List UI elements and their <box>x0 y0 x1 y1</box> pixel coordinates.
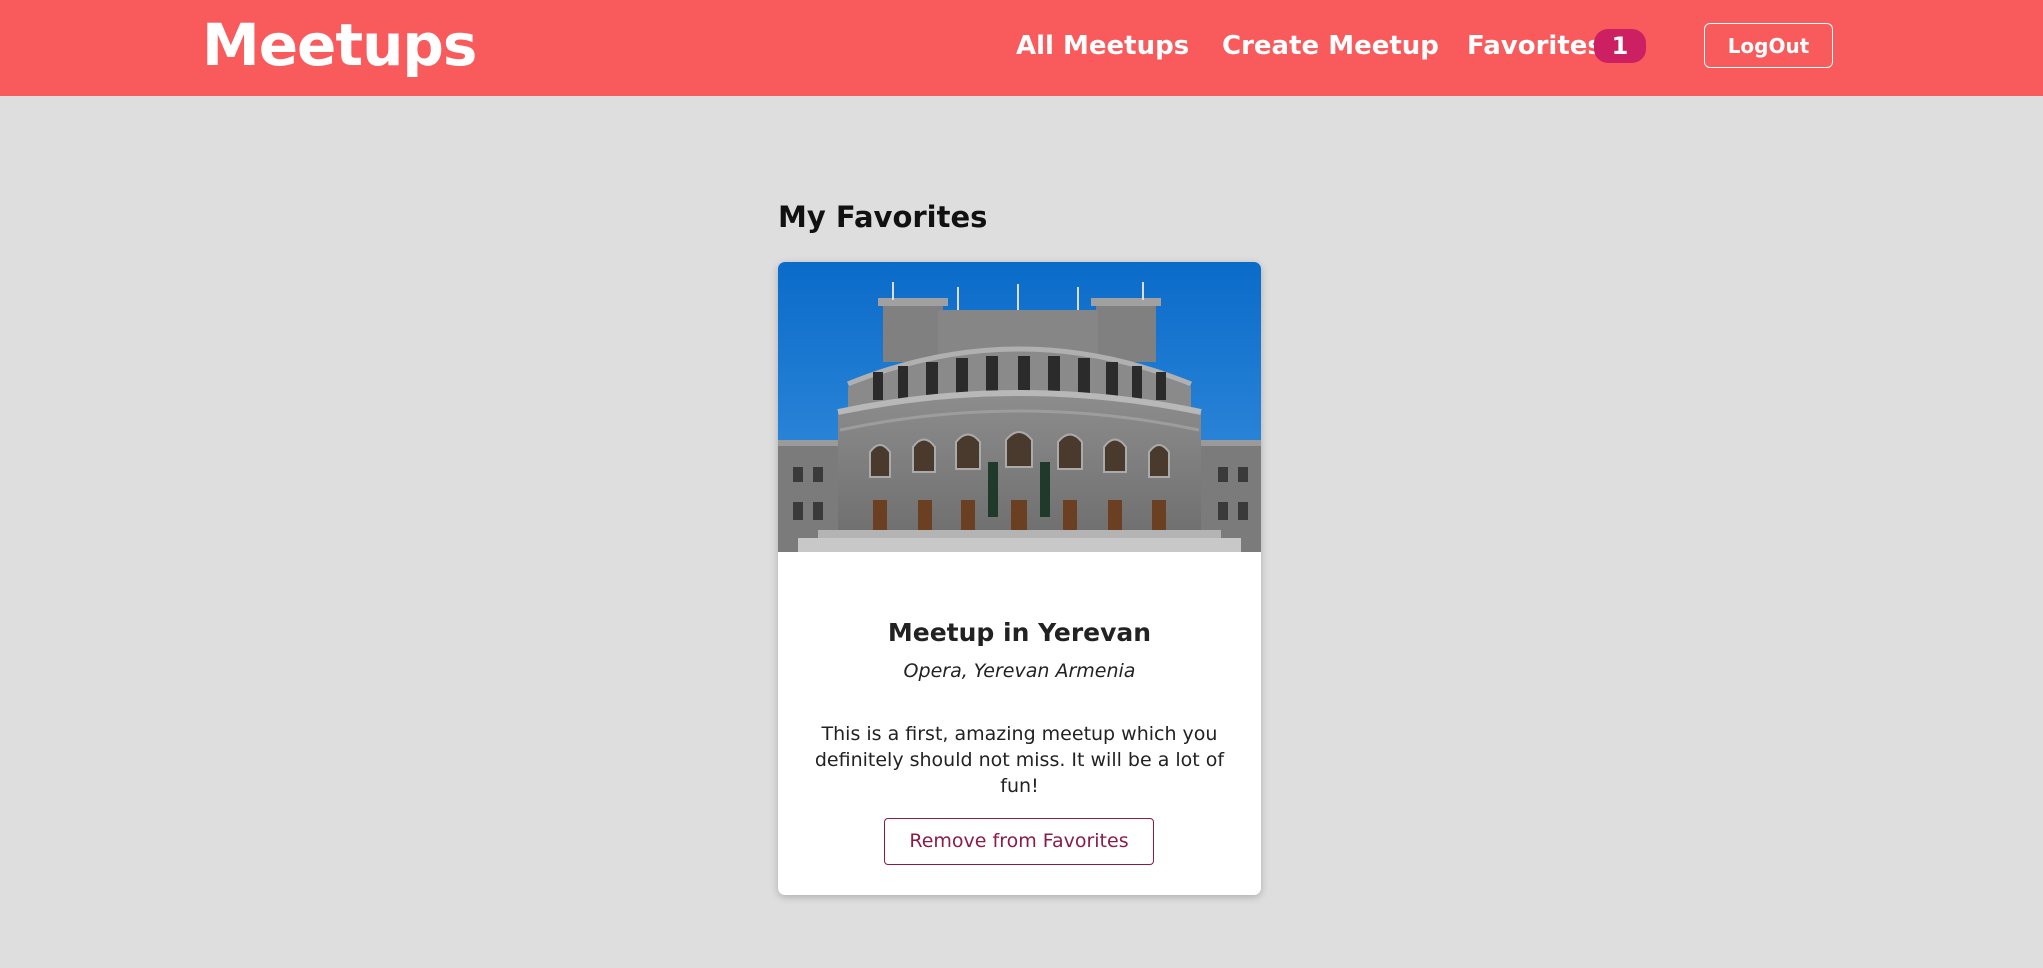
page-title: My Favorites <box>778 200 988 235</box>
favorites-count-badge: 1 <box>1594 29 1646 63</box>
nav-create-meetup-link[interactable]: Create Meetup <box>1222 26 1439 66</box>
meetup-card: Meetup in Yerevan Opera, Yerevan Armenia… <box>778 262 1261 895</box>
meetup-image <box>778 262 1261 552</box>
top-header: Meetups All Meetups Create Meetup Favori… <box>0 0 2043 96</box>
meetup-description: This is a first, amazing meetup which yo… <box>814 723 1225 797</box>
meetup-title: Meetup in Yerevan <box>887 617 1152 647</box>
nav-favorites-link[interactable]: Favorites <box>1467 26 1603 66</box>
remove-from-favorites-button[interactable]: Remove from Favorites <box>884 818 1154 865</box>
meetup-address: Opera, Yerevan Armenia <box>903 660 1136 682</box>
logout-button[interactable]: LogOut <box>1704 23 1833 68</box>
meetups-logo[interactable]: Meetups <box>202 6 477 84</box>
nav-all-meetups-link[interactable]: All Meetups <box>1016 26 1189 66</box>
